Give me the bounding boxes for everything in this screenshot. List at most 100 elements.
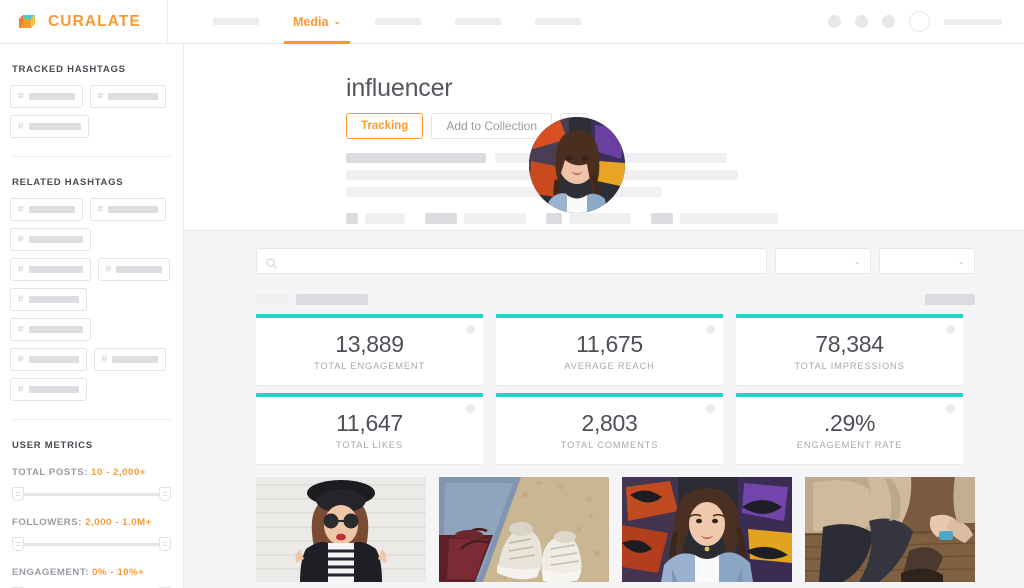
chevron-down-icon: ⌄ bbox=[333, 16, 341, 26]
hashtag-chip[interactable]: # bbox=[10, 228, 91, 251]
results-label bbox=[296, 294, 368, 305]
slider-handle-min[interactable] bbox=[12, 537, 24, 551]
hashtag-chip-label bbox=[108, 206, 159, 213]
metric-card[interactable]: 11,647 TOTAL LIKES bbox=[256, 393, 483, 464]
hashtag-chip[interactable]: # bbox=[10, 288, 87, 311]
gear-icon[interactable] bbox=[882, 15, 895, 28]
nav-item-1[interactable] bbox=[196, 0, 276, 44]
hash-icon: # bbox=[18, 204, 24, 215]
media-tile-woman-hat-sunglasses[interactable] bbox=[256, 477, 426, 582]
metric-card[interactable]: .29% ENGAGEMENT RATE bbox=[736, 393, 963, 464]
hashtag-chip-label bbox=[28, 266, 83, 273]
chevron-down-icon: ⌄ bbox=[853, 255, 861, 266]
brand-name: CURALATE bbox=[48, 12, 141, 30]
hashtag-chip[interactable]: # bbox=[10, 378, 87, 401]
results-summary-row bbox=[256, 294, 975, 305]
hash-icon: # bbox=[97, 91, 104, 102]
hash-icon: # bbox=[101, 354, 108, 365]
hashtag-chip[interactable]: # bbox=[10, 258, 91, 281]
metric-card[interactable]: 11,675 AVERAGE REACH bbox=[496, 314, 723, 385]
total-posts-slider[interactable] bbox=[12, 487, 171, 501]
profile-stats bbox=[346, 213, 778, 224]
metric-label: AVERAGE REACH bbox=[564, 360, 655, 371]
metric-label: TOTAL LIKES bbox=[335, 439, 404, 450]
metric-value: .29% bbox=[823, 410, 876, 437]
metric-label: ENGAGEMENT RATE bbox=[796, 439, 903, 450]
bio-segment bbox=[346, 153, 486, 163]
hashtag-chip-label bbox=[28, 356, 79, 363]
user-avatar-icon[interactable] bbox=[909, 11, 930, 32]
metric-label: TOTAL IMPRESSIONS bbox=[794, 360, 905, 371]
tracked-hashtags-list: # # # bbox=[10, 85, 173, 138]
nav-item-media-label: Media bbox=[293, 14, 329, 29]
total-posts-value: 10 - 2,000+ bbox=[91, 467, 146, 478]
sidebar-divider-1 bbox=[12, 156, 171, 157]
hashtag-chip-label bbox=[108, 93, 159, 100]
nav-item-4[interactable] bbox=[438, 0, 518, 44]
hashtag-chip[interactable]: # bbox=[89, 198, 167, 221]
hashtag-chip-label bbox=[116, 266, 163, 273]
media-tile-boots-on-deck[interactable] bbox=[805, 477, 975, 582]
info-dot-icon[interactable] bbox=[946, 404, 955, 413]
hashtag-chip[interactable]: # bbox=[93, 348, 167, 371]
nav-item-3[interactable] bbox=[358, 0, 438, 44]
slider-handle-min[interactable] bbox=[12, 487, 24, 501]
tracking-button[interactable]: Tracking bbox=[346, 113, 424, 139]
metric-card[interactable]: 78,384 TOTAL IMPRESSIONS bbox=[736, 314, 963, 385]
top-navigation-bar: CURALATE Media ⌄ bbox=[0, 0, 1024, 44]
add-to-collection-button[interactable]: Add to Collection bbox=[431, 113, 553, 139]
hash-icon: # bbox=[18, 384, 24, 395]
brand-logo[interactable]: CURALATE bbox=[0, 11, 167, 33]
slider-track bbox=[18, 543, 165, 546]
nav-right-controls bbox=[828, 11, 1024, 32]
hashtag-chip[interactable]: # bbox=[10, 115, 89, 138]
media-tile-woman-graffiti-wall[interactable] bbox=[622, 477, 792, 582]
nav-item-media[interactable]: Media ⌄ bbox=[276, 0, 358, 44]
hashtag-chip-label bbox=[28, 386, 79, 393]
slider-handle-max[interactable] bbox=[159, 537, 171, 551]
hashtag-chip-label bbox=[28, 296, 79, 303]
metric-card[interactable]: 2,803 TOTAL COMMENTS bbox=[496, 393, 723, 464]
engagement-value: 0% - 10%+ bbox=[92, 567, 145, 578]
info-dot-icon[interactable] bbox=[706, 404, 715, 413]
help-icon[interactable] bbox=[855, 15, 868, 28]
hash-icon: # bbox=[18, 91, 24, 102]
metric-value: 13,889 bbox=[335, 331, 404, 358]
cube-logo-icon bbox=[18, 11, 40, 33]
sort-control[interactable] bbox=[925, 294, 975, 305]
slider-handle-max[interactable] bbox=[159, 487, 171, 501]
hashtag-chip[interactable]: # bbox=[97, 258, 171, 281]
account-name-label bbox=[944, 18, 1002, 25]
hashtag-chip[interactable]: # bbox=[10, 198, 83, 221]
hashtag-chip[interactable]: # bbox=[10, 318, 91, 341]
info-dot-icon[interactable] bbox=[466, 325, 475, 334]
hashtag-chip[interactable]: # bbox=[10, 85, 83, 108]
nav-item-5[interactable] bbox=[518, 0, 598, 44]
hashtag-chip[interactable]: # bbox=[10, 348, 87, 371]
avatar[interactable] bbox=[529, 117, 625, 213]
profile-header: influencer Tracking Add to Collection ••… bbox=[184, 44, 1024, 231]
search-icon bbox=[266, 256, 277, 269]
followers-slider[interactable] bbox=[12, 537, 171, 551]
hash-icon: # bbox=[18, 234, 24, 245]
info-dot-icon[interactable] bbox=[466, 404, 475, 413]
related-hashtags-title: RELATED HASHTAGS bbox=[12, 177, 124, 188]
page-title: influencer bbox=[346, 74, 453, 102]
results-count bbox=[256, 294, 288, 305]
info-dot-icon[interactable] bbox=[706, 325, 715, 334]
notifications-icon[interactable] bbox=[828, 15, 841, 28]
stat-label bbox=[365, 213, 405, 224]
metric-value: 2,803 bbox=[581, 410, 638, 437]
filter-dropdown-2[interactable]: ⌄ bbox=[879, 248, 975, 274]
filter-dropdown-1[interactable]: ⌄ bbox=[775, 248, 871, 274]
metric-cards: 13,889 TOTAL ENGAGEMENT 11,675 AVERAGE R… bbox=[256, 314, 975, 464]
hashtag-chip-label bbox=[28, 326, 83, 333]
hashtag-chip-label bbox=[112, 356, 159, 363]
info-dot-icon[interactable] bbox=[946, 325, 955, 334]
metric-card[interactable]: 13,889 TOTAL ENGAGEMENT bbox=[256, 314, 483, 385]
hashtag-chip[interactable]: # bbox=[89, 85, 167, 108]
nav-item-1-label bbox=[213, 18, 259, 25]
search-input[interactable] bbox=[256, 248, 767, 274]
followers-label: FOLLOWERS: 2,000 - 1.0M+ bbox=[12, 517, 173, 528]
media-tile-sneakers-on-sand[interactable] bbox=[439, 477, 609, 582]
